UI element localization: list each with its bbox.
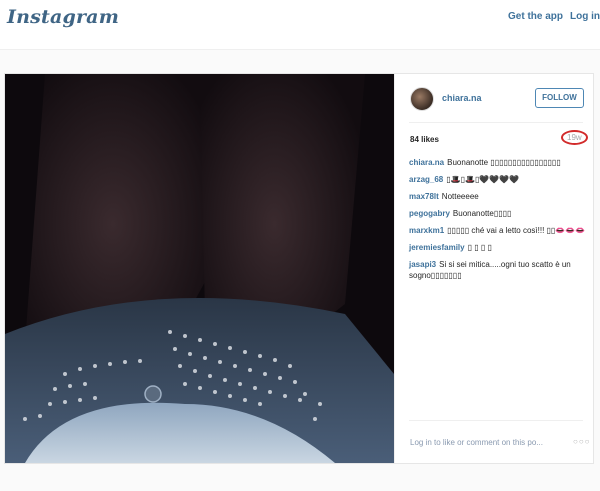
divider: [409, 122, 583, 123]
avatar[interactable]: [410, 87, 434, 111]
comment-text: ▯▯▯▯▯ ché vai a letto così!!! ▯▯👄👄👄: [447, 226, 586, 235]
login-link[interactable]: Log in: [570, 11, 600, 22]
comments-list: chiara.na Buonanotte ▯▯▯▯▯▯▯▯▯▯▯▯▯▯▯▯ arz…: [409, 157, 589, 287]
post-sidebar: chiara.na FOLLOW 84 likes 19w chiara.na B…: [394, 74, 593, 463]
comment-text: Notteeeee: [441, 192, 479, 201]
post-card: chiara.na FOLLOW 84 likes 19w chiara.na B…: [4, 73, 594, 464]
comment: jeremiesfamily ▯ ▯ ▯ ▯: [409, 242, 589, 253]
more-options-icon[interactable]: ○○○: [573, 437, 591, 446]
post-photo[interactable]: [5, 74, 394, 463]
timestamp-highlight-circle: [561, 130, 588, 145]
instagram-logo[interactable]: Instagram: [7, 6, 119, 28]
comment-username[interactable]: chiara.na: [409, 158, 444, 167]
get-app-link[interactable]: Get the app: [508, 11, 563, 22]
comment: jasapi3 Si si sei mitica.....ogni tuo sca…: [409, 259, 589, 281]
comment: marxkm1 ▯▯▯▯▯ ché vai a letto così!!! ▯▯👄…: [409, 225, 589, 236]
likes-count[interactable]: 84 likes: [410, 135, 439, 144]
post-photo-image: [5, 74, 394, 463]
top-header: Instagram Get the app Log in: [0, 0, 600, 50]
comment-text: Buonanotte▯▯▯▯: [452, 209, 512, 218]
comment-text: ▯ ▯ ▯ ▯: [467, 243, 492, 252]
comment-text: Buonanotte ▯▯▯▯▯▯▯▯▯▯▯▯▯▯▯▯: [447, 158, 561, 167]
comment: pegogabry Buonanotte▯▯▯▯: [409, 208, 589, 219]
comment-username[interactable]: arzag_68: [409, 175, 443, 184]
comment-username[interactable]: max78lt: [409, 192, 439, 201]
comment: max78lt Notteeeee: [409, 191, 589, 202]
comment-username[interactable]: jeremiesfamily: [409, 243, 465, 252]
comment: arzag_68 ▯🎩▯🎩▯🖤🖤🖤🖤: [409, 174, 589, 185]
comment-text: ▯🎩▯🎩▯🖤🖤🖤🖤: [446, 175, 520, 184]
comment-username[interactable]: pegogabry: [409, 209, 450, 218]
divider: [409, 420, 583, 421]
comment-username[interactable]: marxkm1: [409, 226, 444, 235]
comment: chiara.na Buonanotte ▯▯▯▯▯▯▯▯▯▯▯▯▯▯▯▯: [409, 157, 589, 168]
post-username[interactable]: chiara.na: [442, 93, 482, 103]
follow-button[interactable]: FOLLOW: [535, 88, 584, 108]
login-to-comment-link[interactable]: Log in to like or comment on this po...: [410, 438, 543, 447]
comment-username[interactable]: jasapi3: [409, 260, 436, 269]
